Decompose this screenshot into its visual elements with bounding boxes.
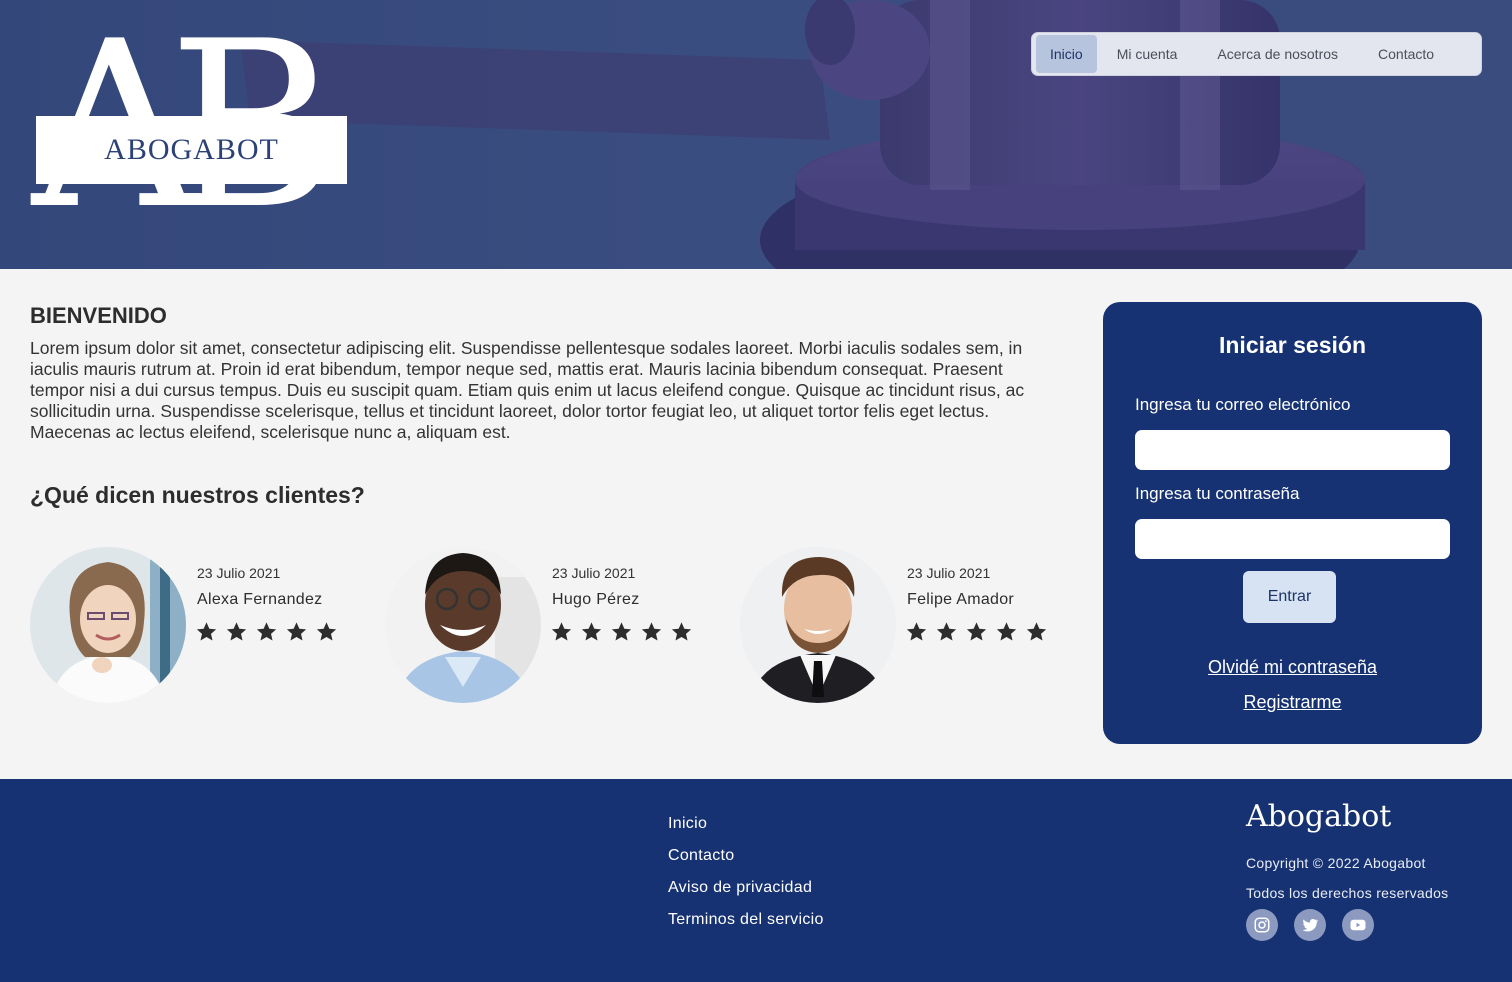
- testimonial-name: Felipe Amador: [907, 591, 1015, 608]
- abogabot-logo[interactable]: AB ABOGABOT: [30, 12, 350, 242]
- star-icon: [256, 622, 277, 641]
- youtube-icon[interactable]: [1342, 909, 1374, 941]
- forgot-password-link[interactable]: Olvidé mi contraseña: [1103, 657, 1482, 678]
- star-icon: [196, 622, 217, 641]
- star-icon: [316, 622, 337, 641]
- star-icon: [226, 622, 247, 641]
- footer-copyright: Copyright © 2022 Abogabot: [1246, 855, 1426, 871]
- rating-stars: [195, 621, 338, 643]
- register-link[interactable]: Registrarme: [1103, 692, 1482, 713]
- star-icon: [611, 622, 632, 641]
- nav-item-mi-cuenta[interactable]: Mi cuenta: [1097, 35, 1198, 73]
- testimonial-date: 23 Julio 2021: [552, 565, 636, 581]
- rating-stars: [905, 621, 1048, 643]
- star-icon: [966, 622, 987, 641]
- login-panel: Iniciar sesión Ingresa tu correo electró…: [1103, 302, 1482, 744]
- welcome-title: BIENVENIDO: [30, 303, 167, 328]
- footer: Inicio Contacto Aviso de privacidad Term…: [0, 779, 1512, 982]
- star-icon: [996, 622, 1017, 641]
- top-navigation: Inicio Mi cuenta Acerca de nosotros Cont…: [1031, 32, 1482, 76]
- welcome-text: Lorem ipsum dolor sit amet, consectetur …: [30, 338, 1025, 442]
- login-submit-button[interactable]: Entrar: [1243, 571, 1336, 623]
- star-icon: [581, 622, 602, 641]
- email-label: Ingresa tu correo electrónico: [1135, 395, 1351, 414]
- password-label: Ingresa tu contraseña: [1135, 484, 1300, 503]
- avatar: [385, 547, 541, 703]
- star-icon: [286, 622, 307, 641]
- star-icon: [551, 622, 572, 641]
- logo-band: ABOGABOT: [36, 116, 347, 184]
- login-title: Iniciar sesión: [1218, 332, 1366, 358]
- email-field[interactable]: [1135, 430, 1450, 470]
- footer-brand: Abogabot: [1246, 799, 1392, 834]
- footer-link-inicio[interactable]: Inicio: [668, 815, 707, 833]
- star-icon: [671, 622, 692, 641]
- testimonial-card: 23 Julio 2021 Felipe Amador: [740, 547, 1080, 703]
- password-field[interactable]: [1135, 519, 1450, 559]
- star-icon: [1026, 622, 1047, 641]
- avatar: [740, 547, 896, 703]
- instagram-icon[interactable]: [1246, 909, 1278, 941]
- footer-link-terminos[interactable]: Terminos del servicio: [668, 911, 824, 929]
- star-icon: [906, 622, 927, 641]
- footer-link-contacto[interactable]: Contacto: [668, 847, 734, 865]
- footer-rights: Todos los derechos reservados: [1246, 885, 1449, 901]
- hero-banner: AB ABOGABOT Inicio Mi cuenta Acerca de n…: [0, 0, 1512, 269]
- testimonials-title: ¿Qué dicen nuestros clientes?: [30, 482, 365, 508]
- testimonial-name: Alexa Fernandez: [197, 591, 323, 608]
- logo-text: ABOGABOT: [104, 133, 279, 166]
- nav-item-inicio[interactable]: Inicio: [1036, 35, 1097, 73]
- testimonial-date: 23 Julio 2021: [197, 565, 281, 581]
- rating-stars: [550, 621, 693, 643]
- testimonial-date: 23 Julio 2021: [907, 565, 991, 581]
- star-icon: [936, 622, 957, 641]
- footer-link-privacidad[interactable]: Aviso de privacidad: [668, 879, 812, 897]
- twitter-icon[interactable]: [1294, 909, 1326, 941]
- avatar: [30, 547, 186, 703]
- testimonial-name: Hugo Pérez: [552, 591, 640, 608]
- star-icon: [641, 622, 662, 641]
- testimonial-card: 23 Julio 2021 Alexa Fernandez: [30, 547, 370, 703]
- testimonial-card: 23 Julio 2021 Hugo Pérez: [385, 547, 725, 703]
- nav-item-contacto[interactable]: Contacto: [1358, 35, 1454, 73]
- nav-item-acerca[interactable]: Acerca de nosotros: [1197, 35, 1358, 73]
